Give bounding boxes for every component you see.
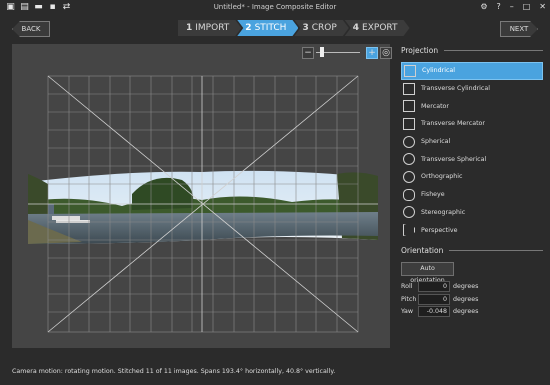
guide-lines xyxy=(28,75,378,333)
projection-label: Transverse Mercator xyxy=(421,120,485,128)
window-controls: ⚙ ? – □ ✕ xyxy=(480,2,546,11)
step-number: 3 xyxy=(302,23,309,33)
projection-spherical[interactable]: Spherical xyxy=(401,133,543,151)
step-crop[interactable]: 3 CROP xyxy=(294,20,348,36)
roll-input[interactable]: 0 xyxy=(418,281,450,292)
panorama-preview[interactable] xyxy=(12,44,390,348)
projection-transverse-cylindrical[interactable]: Transverse Cylindrical xyxy=(401,80,543,98)
perspective-icon xyxy=(403,224,415,237)
step-stitch[interactable]: 2 STITCH xyxy=(237,20,298,36)
status-bar: Camera motion: rotating motion. Stitched… xyxy=(12,368,336,375)
orientation-fields: Roll 0 degrees Pitch 0 degrees Yaw -0.04… xyxy=(401,281,543,317)
step-label: STITCH xyxy=(254,23,287,33)
roll-unit: degrees xyxy=(453,283,479,290)
next-button[interactable]: NEXT xyxy=(500,21,538,37)
mercator-icon xyxy=(403,100,415,113)
yaw-unit: degrees xyxy=(453,308,479,315)
step-export[interactable]: 4 EXPORT xyxy=(345,20,410,36)
projection-label: Spherical xyxy=(421,138,451,146)
cylindrical-icon xyxy=(404,64,416,77)
yaw-label: Yaw xyxy=(401,308,413,315)
projection-label: Transverse Spherical xyxy=(421,155,487,163)
back-button[interactable]: BACK xyxy=(12,21,50,37)
step-label: EXPORT xyxy=(362,23,398,33)
zoom-out-button[interactable]: − xyxy=(302,47,314,59)
projection-transverse-mercator[interactable]: Transverse Mercator xyxy=(401,115,543,133)
projection-label: Stereographic xyxy=(421,208,466,216)
transverse-cylindrical-icon xyxy=(403,82,415,95)
projection-label: Mercator xyxy=(421,102,449,110)
zoom-in-button[interactable]: + xyxy=(366,47,378,59)
orientation-section-title: Orientation xyxy=(401,244,543,256)
window-title: Untitled* - Image Composite Editor xyxy=(213,3,337,11)
projection-grid[interactable] xyxy=(12,44,390,348)
pitch-label: Pitch xyxy=(401,295,417,303)
transverse-spherical-icon xyxy=(403,153,415,166)
step-label: IMPORT xyxy=(195,23,230,33)
orientation-section: Orientation Auto orientation Roll 0 degr… xyxy=(401,244,543,317)
zoom-control: − + ◎ xyxy=(300,46,392,60)
workflow-navigation: BACK 1 IMPORT 2 STITCH 3 CROP 4 EXPORT NEXT xyxy=(0,16,550,40)
fit-to-window-icon[interactable]: ◎ xyxy=(380,47,392,59)
zoom-slider-thumb[interactable] xyxy=(320,47,324,57)
step-import[interactable]: 1 IMPORT xyxy=(178,20,241,36)
auto-orientation-button[interactable]: Auto orientation xyxy=(401,262,454,284)
projection-label: Fisheye xyxy=(421,191,445,199)
projection-label: Perspective xyxy=(421,226,458,234)
projection-perspective[interactable]: Perspective xyxy=(401,221,543,239)
settings-panel: Projection Cylindrical Transverse Cylind… xyxy=(401,44,543,348)
yaw-row: Yaw -0.048 degrees xyxy=(401,306,543,317)
projection-orthographic[interactable]: Orthographic xyxy=(401,168,543,186)
step-number: 1 xyxy=(186,23,193,33)
yaw-input[interactable]: -0.048 xyxy=(418,306,450,317)
projection-heading: Projection xyxy=(401,45,439,55)
close-icon[interactable]: ✕ xyxy=(539,2,546,11)
stereographic-icon xyxy=(403,206,415,219)
panorama-image xyxy=(28,170,378,244)
help-icon[interactable]: ? xyxy=(496,2,500,11)
projection-fisheye[interactable]: Fisheye xyxy=(401,186,543,204)
roll-row: Roll 0 degrees xyxy=(401,281,543,292)
projection-label: Orthographic xyxy=(421,173,463,181)
transverse-mercator-icon xyxy=(403,117,415,130)
roll-label: Roll xyxy=(401,283,413,290)
projection-stereographic[interactable]: Stereographic xyxy=(401,204,543,222)
pitch-input[interactable]: 0 xyxy=(418,293,450,305)
projection-section-title: Projection xyxy=(401,44,543,56)
step-number: 4 xyxy=(352,23,360,33)
step-number: 2 xyxy=(245,23,252,33)
workflow-steps: 1 IMPORT 2 STITCH 3 CROP 4 EXPORT xyxy=(178,20,406,36)
projection-cylindrical[interactable]: Cylindrical xyxy=(401,62,543,80)
minimize-icon[interactable]: – xyxy=(510,2,514,11)
gear-icon[interactable]: ⚙ xyxy=(480,2,487,11)
spherical-icon xyxy=(403,135,415,148)
projection-transverse-spherical[interactable]: Transverse Spherical xyxy=(401,150,543,168)
pitch-unit: degrees xyxy=(453,295,479,303)
orientation-heading: Orientation xyxy=(401,245,444,255)
fisheye-icon xyxy=(403,188,415,201)
projection-label: Transverse Cylindrical xyxy=(421,85,491,93)
orthographic-icon xyxy=(403,170,415,183)
maximize-icon[interactable]: □ xyxy=(523,2,531,11)
projection-list: Cylindrical Transverse Cylindrical Merca… xyxy=(401,62,543,239)
pitch-row: Pitch 0 degrees xyxy=(401,293,543,305)
projection-label: Cylindrical xyxy=(422,67,456,75)
projection-mercator[interactable]: Mercator xyxy=(401,97,543,115)
title-bar: ▣ ▤ ▬ ▪ ⇄ Untitled* - Image Composite Ed… xyxy=(0,0,550,16)
step-label: CROP xyxy=(311,23,337,33)
